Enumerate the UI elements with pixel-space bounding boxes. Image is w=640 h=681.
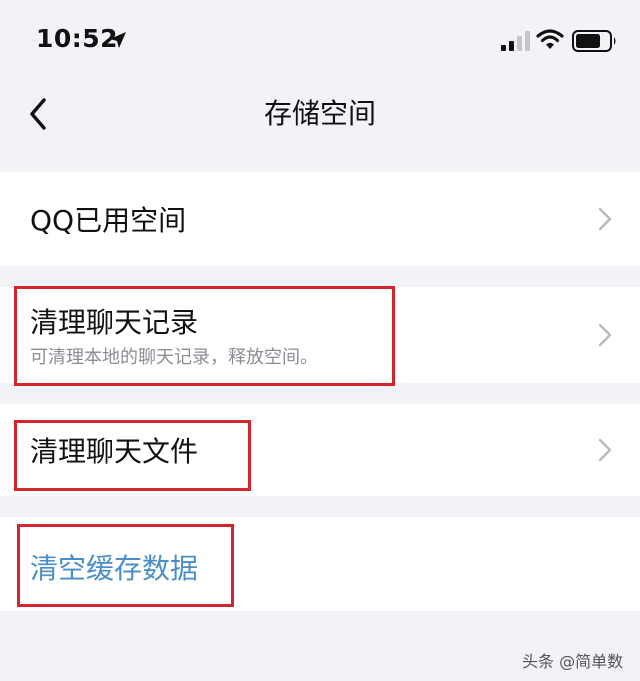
- clear-cache-data-button[interactable]: 清空缓存数据: [30, 547, 198, 587]
- status-bar: 10:52: [0, 0, 640, 80]
- cellular-signal-icon: [501, 31, 530, 51]
- chevron-right-icon: [598, 207, 612, 231]
- qq-used-space-row[interactable]: QQ已用空间: [0, 172, 640, 266]
- row-label: QQ已用空间: [30, 204, 187, 237]
- wifi-icon: [536, 29, 564, 49]
- watermark: 头条 @简单数: [522, 652, 624, 671]
- chevron-right-icon: [598, 438, 612, 462]
- navigation-bar: 存储空间: [0, 80, 640, 150]
- status-time: 10:52: [36, 24, 119, 53]
- clean-chat-files-row[interactable]: 清理聊天文件: [0, 404, 640, 496]
- row-subtitle: 可清理本地的聊天记录，释放空间。: [30, 347, 318, 368]
- clean-chat-history-row[interactable]: 清理聊天记录 可清理本地的聊天记录，释放空间。: [0, 287, 640, 383]
- clear-cache-data-row[interactable]: 清空缓存数据: [0, 517, 640, 611]
- location-arrow-icon: [110, 32, 126, 48]
- row-label: 清理聊天记录: [30, 306, 199, 339]
- row-label: 清理聊天文件: [30, 435, 199, 468]
- page-title: 存储空间: [263, 97, 376, 130]
- battery-icon: [572, 30, 616, 52]
- chevron-right-icon: [598, 323, 612, 347]
